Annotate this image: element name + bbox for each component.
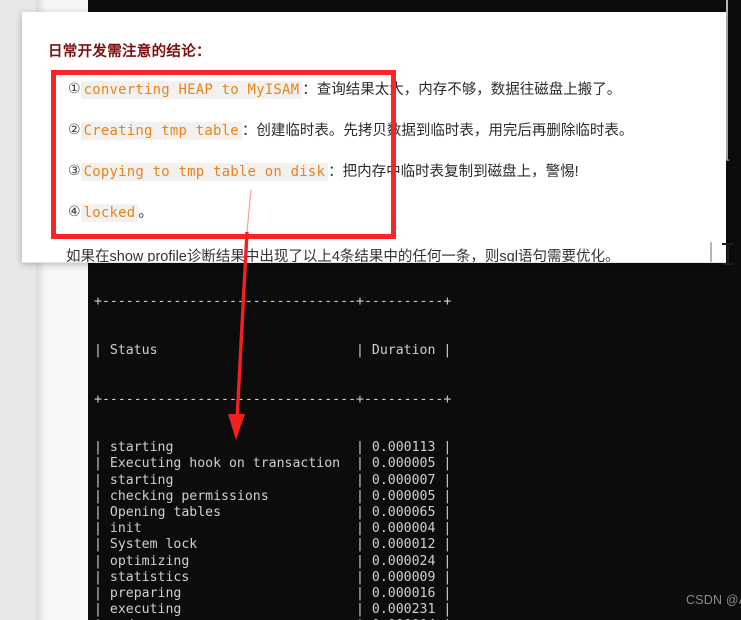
conclusion-item-number: ① [68,81,81,97]
conclusion-item-text: ：查询结果太大，内存不够，数据往磁盘上搬了。 [302,82,622,98]
conclusion-item-code: Creating tmp table [80,122,242,140]
conclusion-item: ③ Copying to tmp table on disk ：把内存中临时表复制到… [68,160,728,201]
notes-overlay-panel: 日常开发需注意的结论： ① converting HEAP to MyISAM ：查… [22,12,733,265]
terminal-output-block: +--------------------------------+------… [88,262,741,620]
conclusion-item-number: ④ [68,204,81,220]
terminal-rows: | starting | 0.000113 | | Executing hook… [94,440,452,620]
terminal-separator-mid: +--------------------------------+------… [94,391,452,407]
overlay-bottom-divider [22,262,726,263]
conclusion-item-code: converting HEAP to MyISAM [80,81,303,99]
conclusion-item-text: ：创建临时表。先拷贝数据到临时表，用完后再删除临时表。 [241,123,634,139]
conclusion-item-number: ② [68,122,81,138]
conclusion-item-number: ③ [68,163,81,179]
terminal-separator-top: +--------------------------------+------… [94,294,452,310]
csdn-watermark: CSDN @Ares-Wang [686,593,741,607]
conclusion-item-code: locked [80,204,139,222]
text-caret [710,242,712,263]
overlay-title: 日常开发需注意的结论： [48,44,211,60]
conclusion-item: ① converting HEAP to MyISAM ：查询结果太大，内存不够，数… [68,78,728,119]
conclusion-item-text: ：把内存中临时表复制到磁盘上，警惕! [328,164,579,180]
conclusion-list: ① converting HEAP to MyISAM ：查询结果太大，内存不够，数… [68,78,728,242]
terminal-header-row: | Status | Duration | [94,343,452,359]
conclusion-item-text: 。 [138,205,153,221]
screenshot-root: 11 | 0.00051675 | select * from informat… [0,0,741,620]
conclusion-item: ② Creating tmp table ：创建临时表。先拷贝数据到临时表，用完后再… [68,119,728,160]
conclusion-item: ④ locked。 [68,201,728,242]
conclusion-item-code: Copying to tmp table on disk [80,163,329,181]
